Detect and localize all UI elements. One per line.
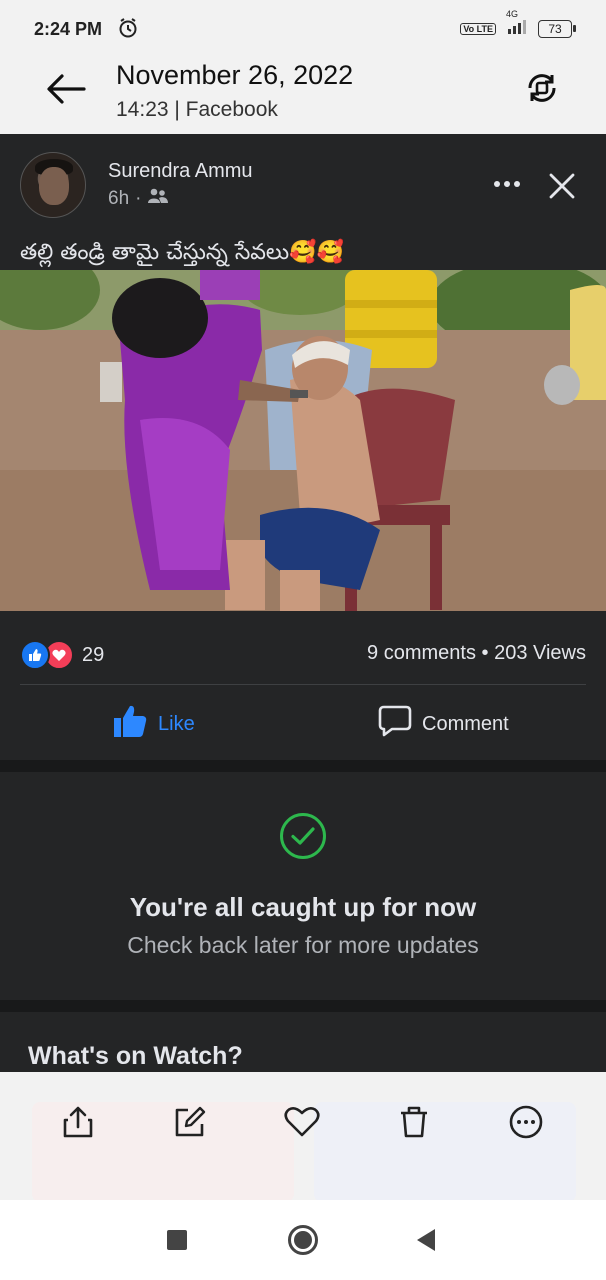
back-arrow-icon[interactable] <box>44 72 88 111</box>
friends-icon <box>147 188 169 210</box>
divider <box>20 684 586 685</box>
watch-section: What's on Watch? <box>0 1012 606 1072</box>
network-type: 4G <box>506 9 519 19</box>
battery-level: 73 <box>538 19 572 38</box>
signal-icon: 4G <box>504 9 530 39</box>
photo-subtitle: 14:23 | Facebook <box>116 98 278 121</box>
post-photo[interactable] <box>0 270 606 611</box>
caught-up-title: You're all caught up for now <box>129 892 477 922</box>
favorite-icon[interactable] <box>282 1102 322 1142</box>
post-author[interactable]: Surendra Ammu <box>108 160 253 183</box>
photo-date: November 26, 2022 <box>116 60 354 90</box>
edit-icon[interactable] <box>170 1102 210 1142</box>
system-navigation-bar <box>0 1200 606 1280</box>
status-time: 2:24 PM <box>34 19 103 39</box>
like-button[interactable]: Like <box>112 704 195 744</box>
more-options-icon[interactable] <box>506 1102 546 1142</box>
like-label: Like <box>158 712 195 735</box>
alarm-icon <box>118 17 138 44</box>
status-bar: 2:24 PM Vo LTE 4G 73 <box>0 0 606 58</box>
volte-icon: Vo LTE <box>460 22 496 35</box>
feed-divider <box>0 1000 606 1012</box>
battery-icon: 73 <box>538 19 576 38</box>
caught-up-section: You're all caught up for now Check back … <box>0 772 606 1000</box>
reaction-count: 29 <box>82 643 105 666</box>
avatar[interactable] <box>20 152 86 218</box>
share-icon[interactable] <box>58 1102 98 1142</box>
delete-icon[interactable] <box>394 1102 434 1142</box>
facebook-post: Surendra Ammu 6h · తల్లి తండ్రి తామై చేస… <box>0 134 606 760</box>
post-time: 6h <box>108 188 130 209</box>
watch-title: What's on Watch? <box>28 1042 243 1070</box>
feed-divider <box>0 760 606 772</box>
post-stats[interactable]: 9 comments • 203 Views <box>367 642 586 665</box>
comment-button[interactable]: Comment <box>378 704 509 744</box>
close-icon[interactable] <box>548 172 576 205</box>
comment-label: Comment <box>422 712 509 735</box>
reaction-summary[interactable]: 29 <box>20 640 104 670</box>
more-options-icon[interactable] <box>492 176 522 194</box>
post-caption: తల్లి తండ్రి తామై చేస్తున్న సేవలు🥰🥰 <box>20 240 344 265</box>
gallery-toolbar <box>0 1072 606 1202</box>
like-reaction-icon <box>20 640 50 670</box>
thumbs-up-icon <box>112 704 148 744</box>
status-right: Vo LTE 4G 73 <box>460 9 576 39</box>
check-circle-icon <box>279 812 327 865</box>
caught-up-subtitle: Check back later for more updates <box>127 932 479 958</box>
gallery-header: November 26, 2022 14:23 | Facebook <box>0 58 606 134</box>
recents-button[interactable] <box>166 1229 188 1251</box>
home-button[interactable] <box>287 1224 319 1256</box>
rotate-icon[interactable] <box>524 70 560 111</box>
back-button[interactable] <box>415 1228 437 1252</box>
comment-icon <box>378 704 412 744</box>
post-meta: 6h · <box>108 188 169 210</box>
